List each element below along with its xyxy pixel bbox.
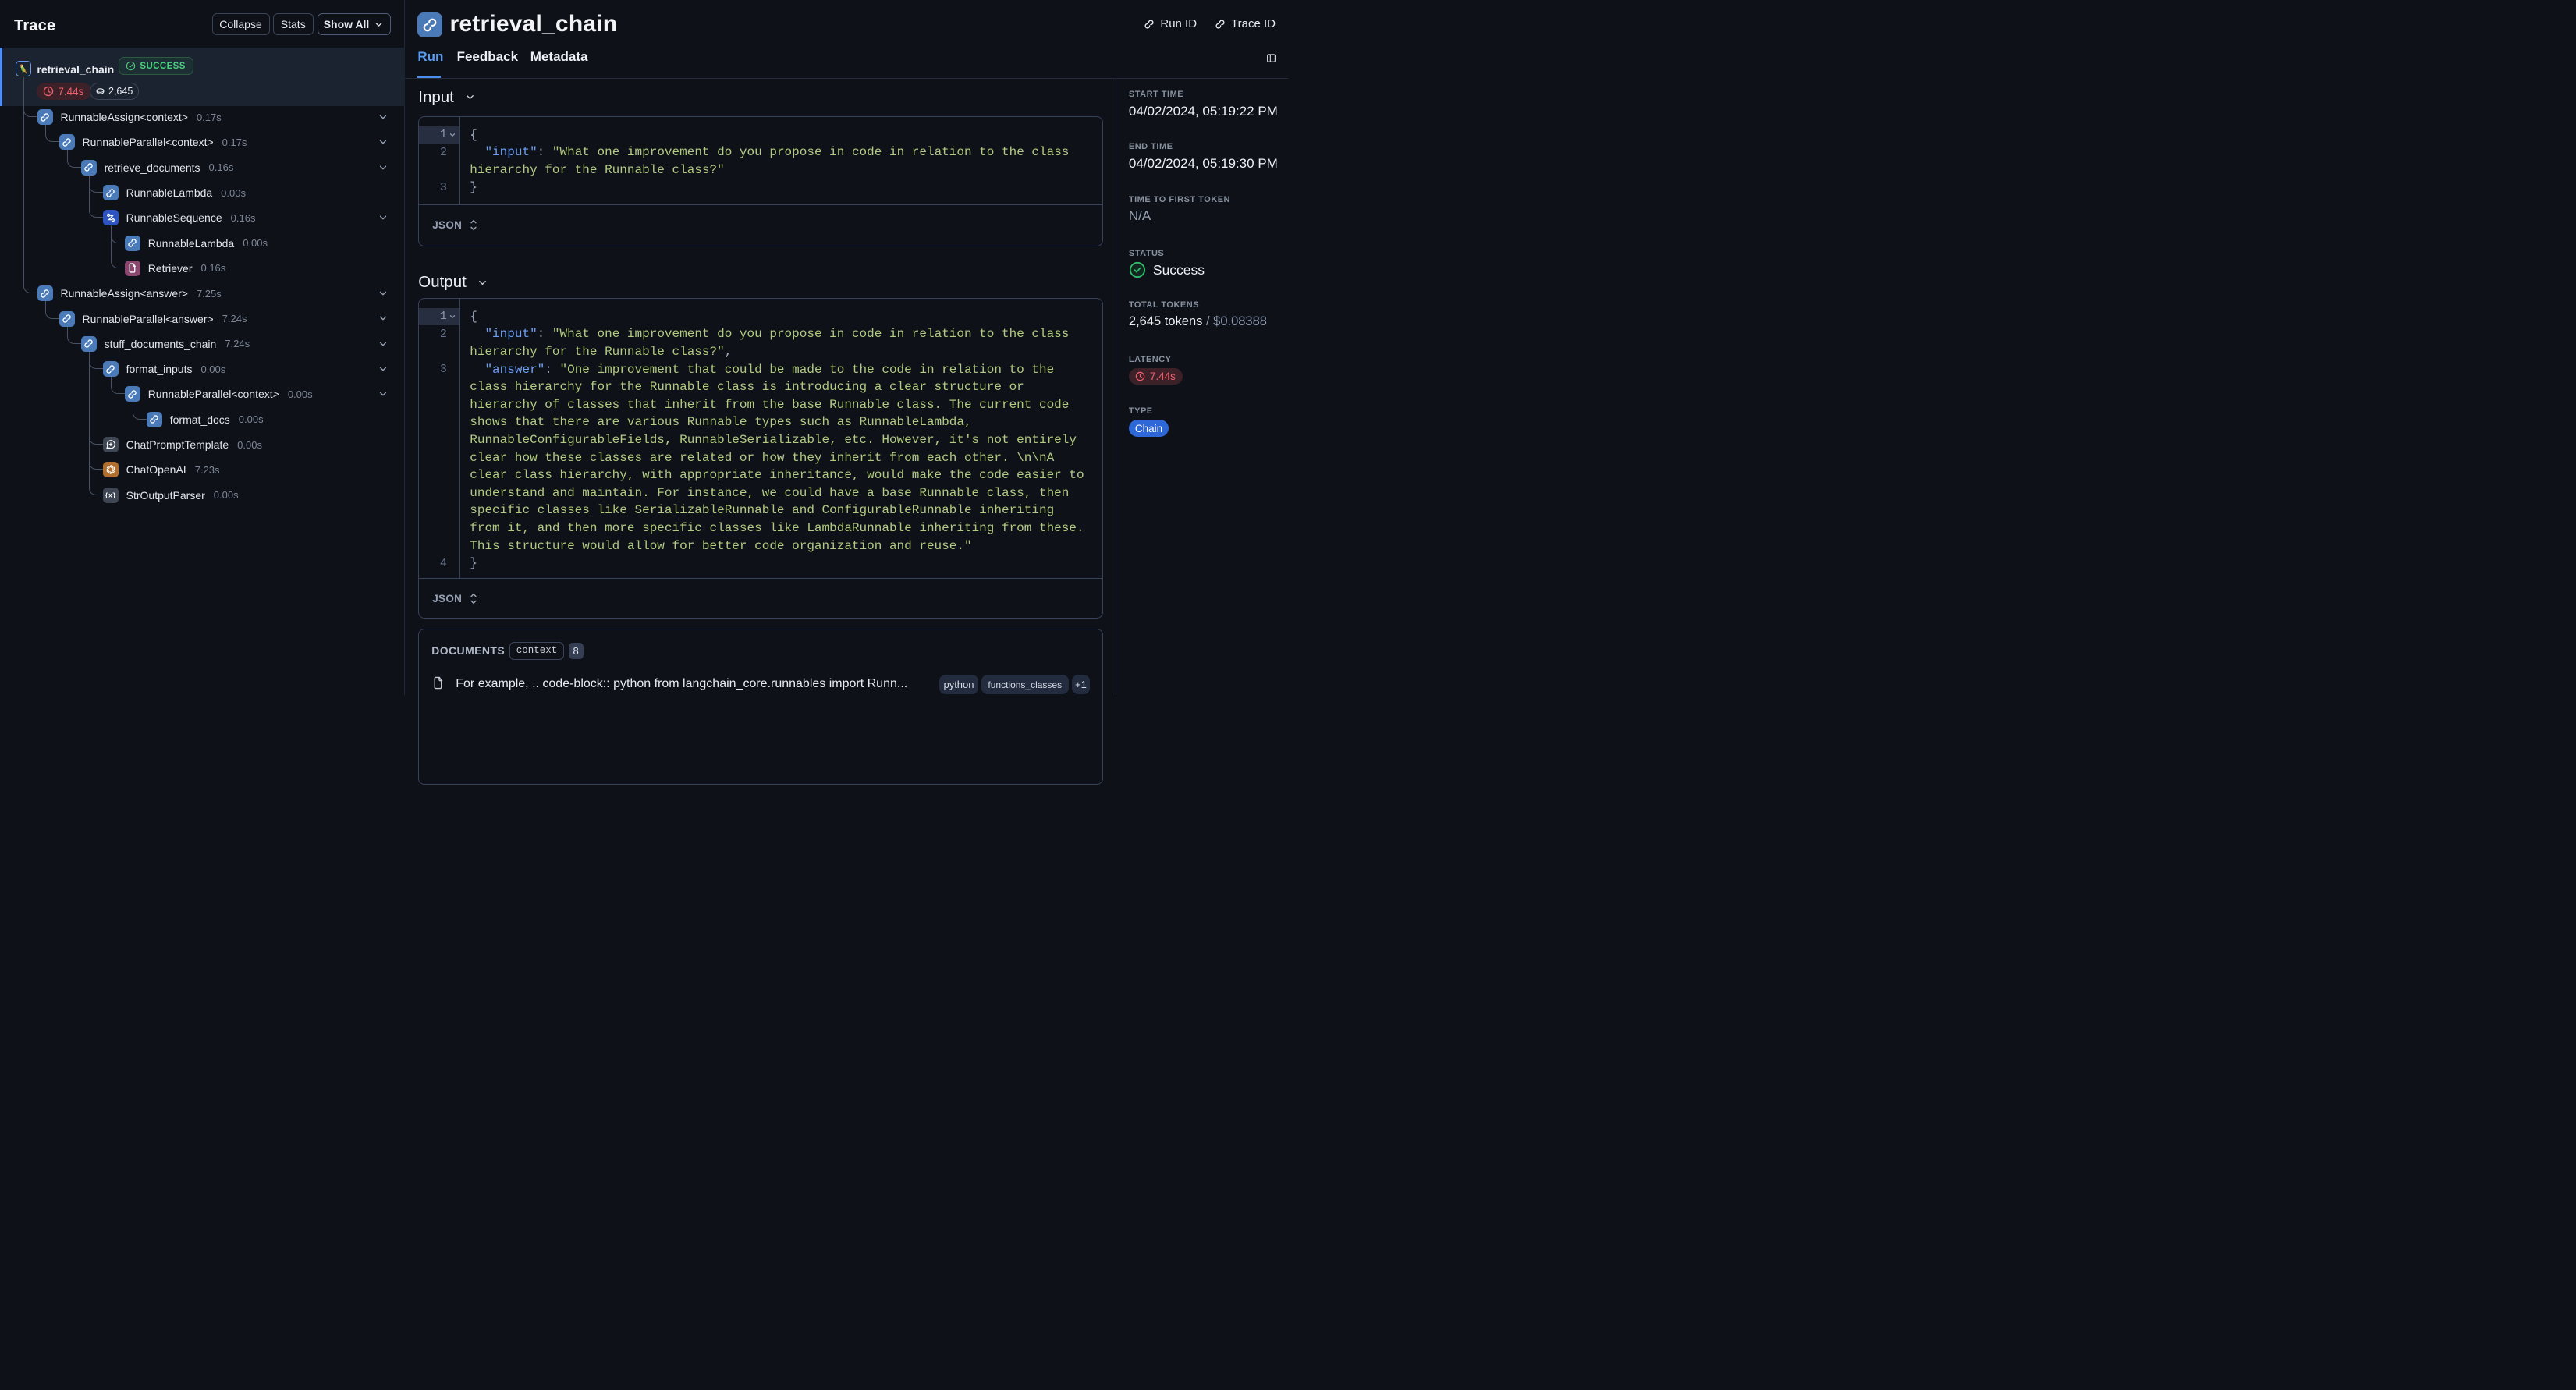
svg-text:{x}: {x} <box>105 492 116 499</box>
